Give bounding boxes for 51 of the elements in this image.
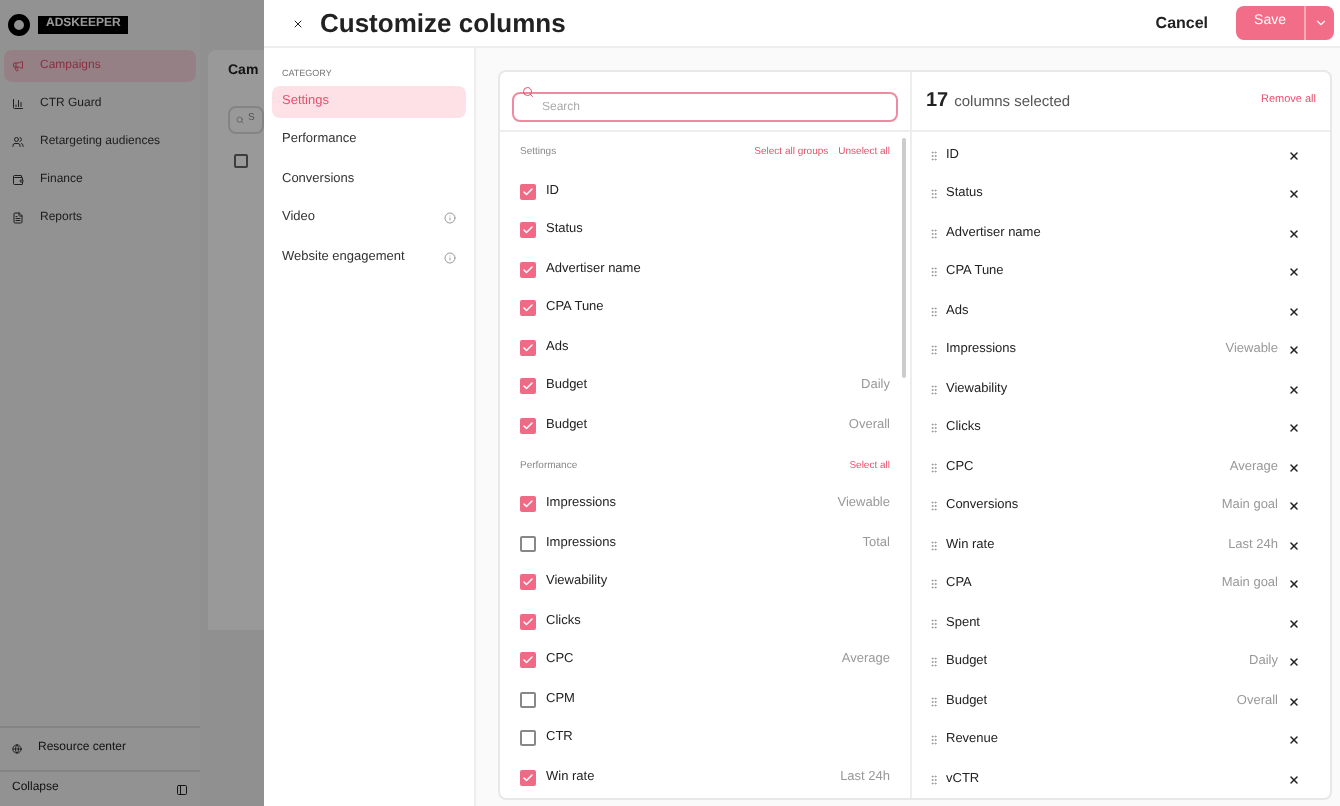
- remove-button[interactable]: [1288, 383, 1300, 396]
- checkbox[interactable]: [234, 154, 248, 168]
- remove-button[interactable]: [1288, 461, 1300, 474]
- remove-button[interactable]: [1288, 656, 1300, 669]
- cancel-button[interactable]: Cancel: [1143, 7, 1221, 39]
- checkbox[interactable]: [520, 613, 536, 630]
- caret-icon: [1313, 16, 1327, 30]
- remove-button[interactable]: [1288, 344, 1300, 357]
- checkbox[interactable]: [520, 261, 536, 278]
- nav-icon: [12, 60, 24, 72]
- remove-button[interactable]: [1288, 188, 1300, 201]
- remove-button[interactable]: [1288, 227, 1300, 240]
- remove-button[interactable]: [1288, 266, 1300, 279]
- checkbox[interactable]: [520, 183, 536, 200]
- checkbox[interactable]: [520, 378, 536, 395]
- info-icon: [444, 212, 456, 225]
- nav-icon: [12, 212, 24, 224]
- checkbox[interactable]: [520, 535, 536, 552]
- checkbox[interactable]: [520, 691, 536, 708]
- checkbox[interactable]: [520, 769, 536, 786]
- logo-icon: [8, 14, 30, 36]
- remove-button[interactable]: [1288, 617, 1300, 630]
- checkbox[interactable]: [520, 300, 536, 317]
- checkbox[interactable]: [520, 417, 536, 434]
- selected-count: 17: [926, 88, 949, 116]
- search-icon: [236, 116, 244, 124]
- dialog-title: Customize columns: [320, 5, 566, 42]
- nav-icon: [12, 98, 24, 110]
- sidebar-icon: [176, 783, 188, 795]
- nav-icon: [12, 136, 24, 148]
- checkbox[interactable]: [520, 339, 536, 356]
- globe-icon: [12, 744, 22, 754]
- save-options-button[interactable]: [1304, 6, 1334, 40]
- close-icon: [292, 17, 304, 29]
- remove-button[interactable]: [1288, 500, 1300, 513]
- checkbox[interactable]: [520, 222, 536, 239]
- remove-button[interactable]: [1288, 149, 1300, 162]
- checkbox[interactable]: [520, 574, 536, 591]
- remove-button[interactable]: [1288, 734, 1300, 747]
- checkbox[interactable]: [520, 652, 536, 669]
- checkbox[interactable]: [520, 730, 536, 747]
- remove-button[interactable]: [1288, 539, 1300, 552]
- info-icon: [444, 251, 456, 264]
- remove-button[interactable]: [1288, 695, 1300, 708]
- checkbox[interactable]: [520, 496, 536, 513]
- nav-icon: [12, 174, 24, 186]
- remove-button[interactable]: [1288, 773, 1300, 786]
- remove-button[interactable]: [1288, 305, 1300, 318]
- remove-button[interactable]: [1288, 578, 1300, 591]
- remove-button[interactable]: [1288, 422, 1300, 435]
- search-icon: [522, 86, 534, 98]
